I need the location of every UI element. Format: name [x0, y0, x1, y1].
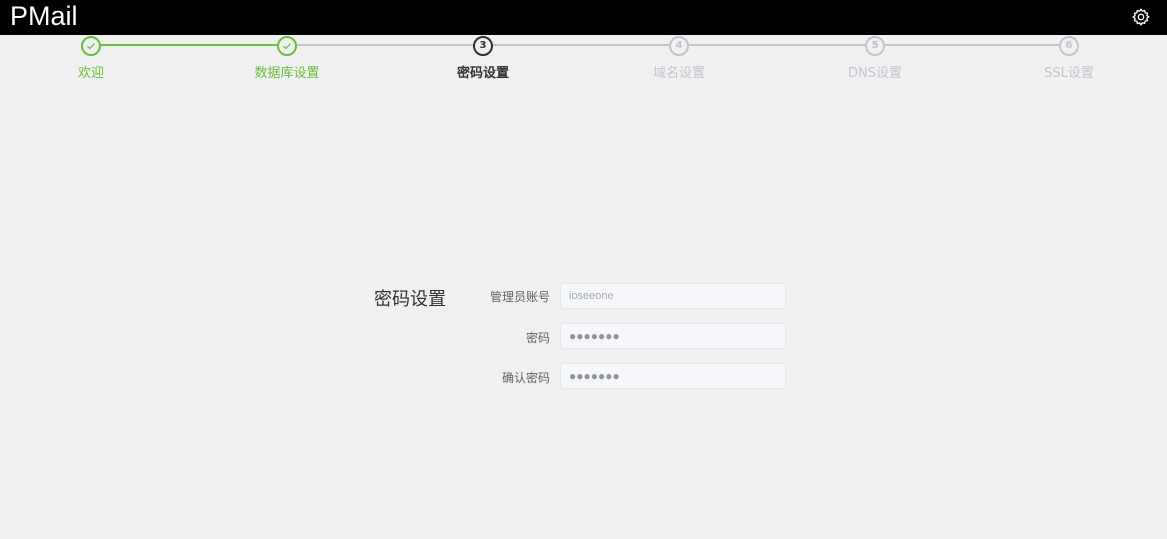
top-bar: PMail — [0, 0, 1167, 35]
confirm-password-label: 确认密码 — [501, 371, 550, 385]
step-number: 5 — [865, 36, 885, 56]
admin-account-label: 管理员账号 — [489, 290, 550, 304]
step-database[interactable]: 数据库设置 — [207, 35, 367, 81]
step-label: 欢迎 — [77, 66, 104, 81]
step-number: 4 — [669, 36, 689, 56]
step-label: 密码设置 — [456, 66, 509, 81]
step-label: DNS设置 — [848, 66, 902, 81]
step-label: 域名设置 — [652, 66, 705, 81]
check-icon — [81, 36, 101, 56]
step-number: 3 — [473, 36, 493, 56]
step-password[interactable]: 3 密码设置 — [403, 35, 563, 81]
step-welcome[interactable]: 欢迎 — [11, 35, 171, 81]
step-dns[interactable]: 5 DNS设置 — [795, 35, 955, 81]
confirm-password-input[interactable] — [560, 363, 786, 389]
step-label: 数据库设置 — [254, 66, 320, 81]
admin-account-input[interactable] — [560, 283, 786, 309]
step-number: 6 — [1059, 36, 1079, 56]
password-input[interactable] — [560, 323, 786, 349]
gear-icon[interactable] — [1131, 7, 1151, 27]
app-title: PMail — [10, 1, 78, 31]
step-label: SSL设置 — [1044, 66, 1094, 81]
setup-steps: 欢迎 数据库设置 3 密码设置 4 域名设置 5 DNS设置 6 SSL设置 — [0, 35, 1167, 95]
check-icon — [277, 36, 297, 56]
password-label: 密码 — [525, 331, 550, 345]
step-domain[interactable]: 4 域名设置 — [599, 35, 759, 81]
step-ssl[interactable]: 6 SSL设置 — [989, 35, 1149, 81]
